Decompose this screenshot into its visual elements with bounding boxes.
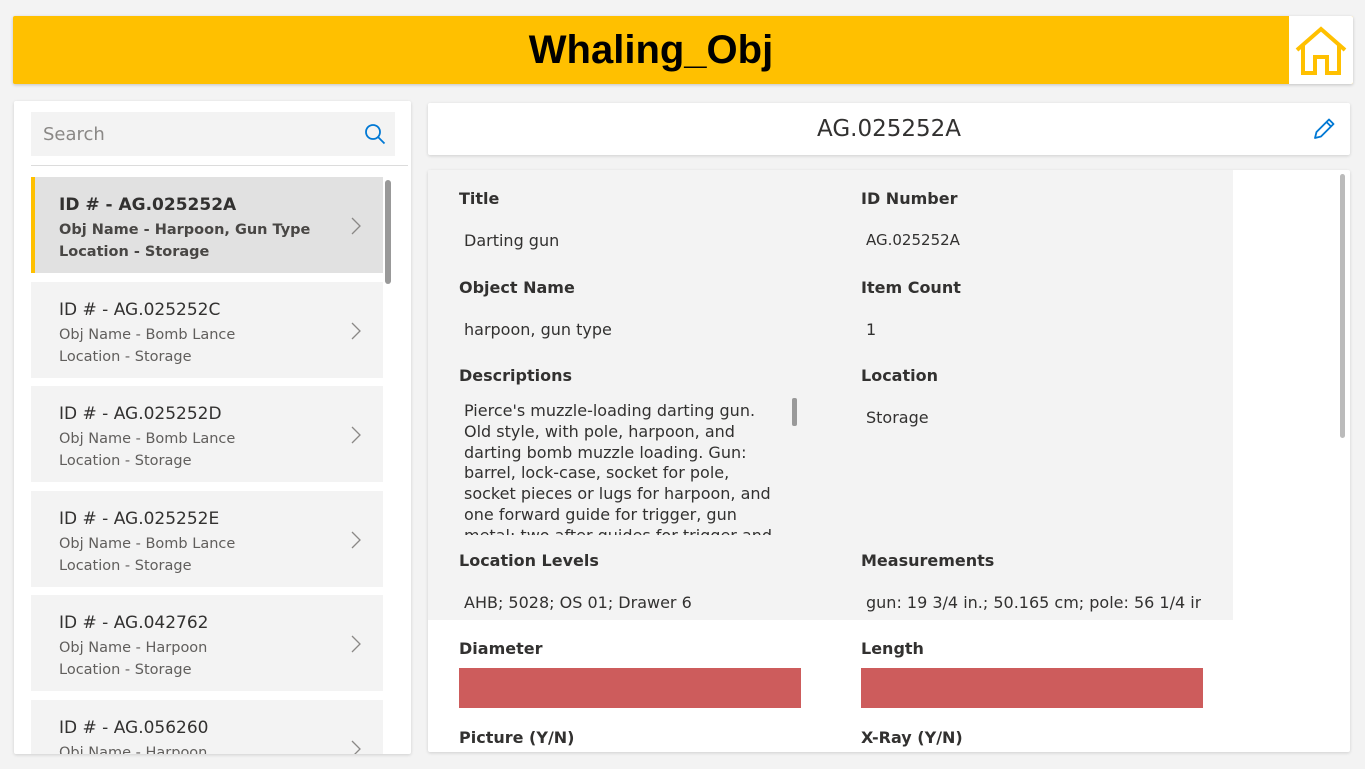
id-number-label: ID Number: [861, 189, 958, 208]
list-item-location: Location - Storage: [59, 348, 192, 365]
selection-indicator: [31, 177, 35, 273]
picture-label: Picture (Y/N): [459, 728, 575, 747]
chevron-right-icon[interactable]: [349, 635, 363, 653]
list-item-id: ID # - AG.025252A: [59, 195, 237, 215]
chevron-right-icon[interactable]: [349, 426, 363, 444]
length-input[interactable]: [861, 668, 1203, 708]
object-list: ID # - AG.025252A Obj Name - Harpoon, Gu…: [31, 177, 383, 754]
diameter-label: Diameter: [459, 639, 543, 658]
list-item-name: Obj Name - Bomb Lance: [59, 326, 236, 343]
list-item[interactable]: ID # - AG.042762 Obj Name - Harpoon Loca…: [31, 595, 383, 691]
app-header: Whaling_Obj: [13, 16, 1353, 84]
list-item-id: ID # - AG.025252E: [59, 508, 220, 529]
list-item-id: ID # - AG.056260: [59, 717, 209, 738]
object-name-value: harpoon, gun type: [464, 320, 612, 339]
descriptions-scrollbar[interactable]: [792, 398, 797, 426]
location-value: Storage: [866, 408, 929, 427]
list-scrollbar[interactable]: [385, 180, 391, 284]
location-levels-value: AHB; 5028; OS 01; Drawer 6: [464, 593, 692, 612]
search-input[interactable]: [31, 112, 355, 156]
chevron-right-icon[interactable]: [349, 740, 363, 755]
list-item-id: ID # - AG.025252C: [59, 299, 221, 320]
id-number-value: AG.025252A: [866, 231, 960, 249]
list-item-location: Location - Storage: [59, 557, 192, 574]
detail-heading: AG.025252A: [817, 116, 961, 142]
measurements-value: gun: 19 3/4 in.; 50.165 cm; pole: 56 1/4…: [866, 593, 1201, 612]
edit-icon[interactable]: [1310, 115, 1338, 143]
location-label: Location: [861, 366, 938, 385]
list-item-location: Location - Storage: [59, 662, 192, 678]
object-name-label: Object Name: [459, 278, 575, 297]
descriptions-value[interactable]: Pierce's muzzle-loading darting gun. Old…: [464, 401, 784, 535]
xray-label: X-Ray (Y/N): [861, 728, 963, 747]
measurements-label: Measurements: [861, 551, 995, 570]
list-item[interactable]: ID # - AG.025252E Obj Name - Bomb Lance …: [31, 490, 383, 587]
list-item[interactable]: ID # - AG.025252C Obj Name - Bomb Lance …: [31, 281, 383, 378]
list-item-name: Obj Name - Bomb Lance: [59, 535, 236, 552]
chevron-right-icon[interactable]: [349, 531, 363, 549]
title-label: Title: [459, 189, 500, 208]
list-item-name: Obj Name - Harpoon: [59, 640, 208, 656]
form-scrollbar[interactable]: [1340, 174, 1345, 438]
search-icon: [365, 124, 386, 145]
list-item-name: Obj Name - Harpoon: [59, 744, 208, 755]
item-count-label: Item Count: [861, 278, 961, 297]
list-item[interactable]: ID # - AG.025252D Obj Name - Bomb Lance …: [31, 386, 383, 482]
search-divider: [31, 165, 408, 166]
list-item-location: Location - Storage: [59, 244, 210, 260]
list-item-name: Obj Name - Bomb Lance: [59, 431, 236, 447]
list-item[interactable]: ID # - AG.025252A Obj Name - Harpoon, Gu…: [31, 177, 383, 273]
descriptions-label: Descriptions: [459, 366, 573, 385]
location-levels-label: Location Levels: [459, 551, 599, 570]
title-value: Darting gun: [464, 231, 560, 250]
search-button[interactable]: [355, 112, 395, 156]
list-item[interactable]: ID # - AG.056260 Obj Name - Harpoon: [31, 699, 383, 755]
detail-title-bar: AG.025252A: [428, 103, 1350, 155]
chevron-right-icon[interactable]: [349, 322, 363, 340]
length-label: Length: [861, 639, 924, 658]
app-title: Whaling_Obj: [528, 28, 774, 72]
diameter-input[interactable]: [459, 668, 801, 708]
item-count-value: 1: [866, 320, 877, 339]
search-box: [31, 112, 395, 156]
chevron-right-icon[interactable]: [349, 217, 363, 235]
object-gallery-panel: ID # - AG.025252A Obj Name - Harpoon, Gu…: [14, 101, 411, 754]
detail-form: Title Darting gun ID Number AG.025252A O…: [428, 170, 1350, 752]
home-button[interactable]: [1289, 16, 1353, 84]
list-item-name: Obj Name - Harpoon, Gun Type: [59, 222, 311, 238]
list-item-location: Location - Storage: [59, 453, 192, 469]
home-icon: [1295, 26, 1347, 75]
list-item-id: ID # - AG.025252D: [59, 404, 222, 424]
list-item-id: ID # - AG.042762: [59, 613, 209, 633]
